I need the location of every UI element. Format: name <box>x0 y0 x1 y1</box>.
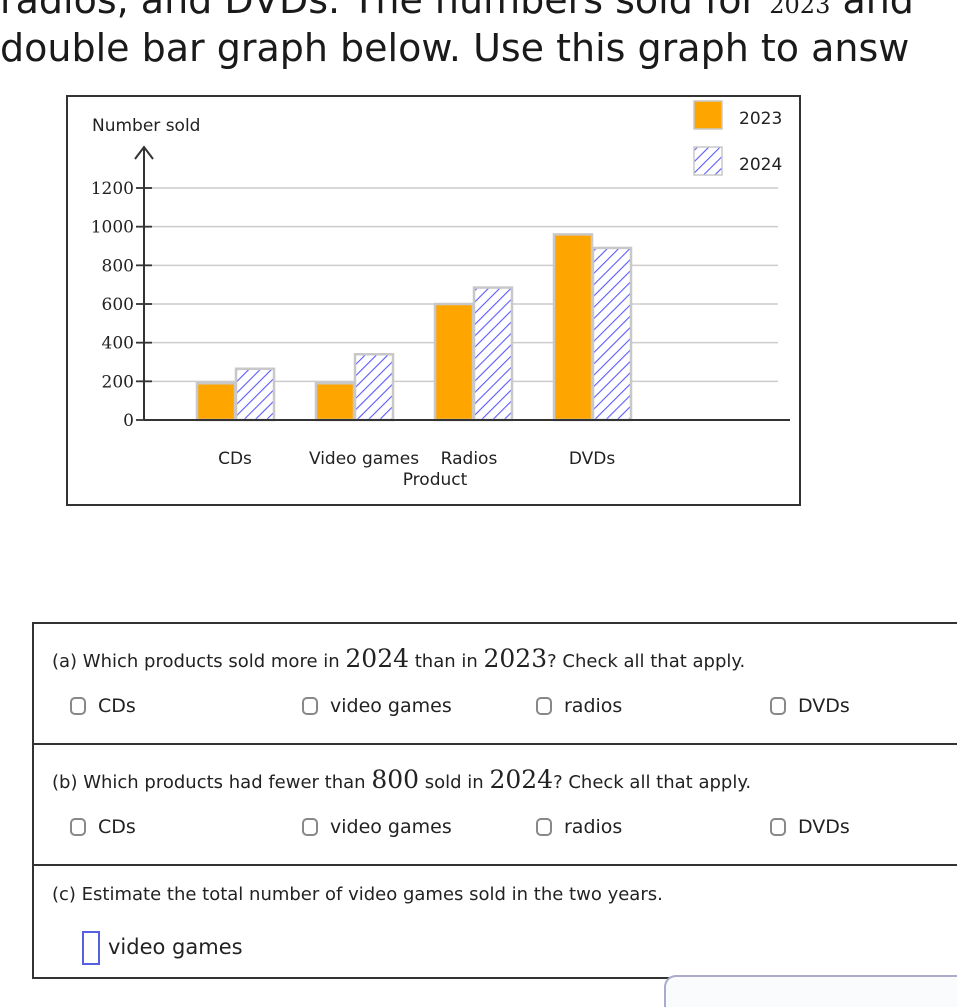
x-axis-label: Product <box>403 470 468 490</box>
legend: 2023 2024 <box>693 100 782 176</box>
legend-swatch-2023 <box>693 100 723 130</box>
q-number: 2024 <box>345 644 410 673</box>
bottom-toolbar-edge <box>664 975 957 1007</box>
option-a-video-games[interactable]: video games <box>302 695 452 717</box>
question-c: (c) Estimate the total number of video g… <box>34 866 957 977</box>
answer-row: video games <box>34 905 957 977</box>
double-bar-chart: 2023 2024 0 200 400 600 800 1000 1200 CDs Video g… <box>66 95 801 506</box>
bars <box>195 233 633 422</box>
legend-label-2023: 2023 <box>739 109 782 129</box>
q-number: 2024 <box>489 765 554 794</box>
q-text-part: (b) Which products had fewer than <box>52 772 372 793</box>
option-label: video games <box>330 816 452 838</box>
answer-unit: video games <box>108 935 243 959</box>
x-category-label: CDs <box>218 449 252 469</box>
x-category-label: DVDs <box>569 449 616 469</box>
checkbox[interactable] <box>70 818 86 836</box>
q-text-part: ? Check all that apply. <box>547 651 746 672</box>
y-tick-label: 800 <box>102 256 134 276</box>
question-b-options: CDs video games radios DVDs <box>34 794 957 864</box>
q-number: 2023 <box>483 644 548 673</box>
option-a-cds[interactable]: CDs <box>70 695 136 717</box>
y-tick-label: 0 <box>123 411 134 431</box>
option-b-radios[interactable]: radios <box>536 816 622 838</box>
option-b-video-games[interactable]: video games <box>302 816 452 838</box>
question-c-text: (c) Estimate the total number of video g… <box>52 884 663 905</box>
question-b: (b) Which products had fewer than 800 so… <box>34 745 957 866</box>
legend-swatch-2024 <box>693 146 723 176</box>
option-label: radios <box>564 695 623 717</box>
checkbox[interactable] <box>70 697 86 715</box>
q-text-part: sold in <box>419 772 490 793</box>
question-b-text: (b) Which products had fewer than 800 so… <box>34 745 957 794</box>
bar-2024-dvds <box>591 246 633 422</box>
legend-label-2024: 2024 <box>739 155 782 175</box>
option-label: DVDs <box>798 695 850 717</box>
bar-2023-cds <box>195 382 237 422</box>
bar-2024-cds <box>234 367 276 422</box>
q-text-part: than in <box>409 651 484 672</box>
option-label: CDs <box>98 816 136 838</box>
y-tick-label: 1200 <box>91 179 134 199</box>
option-label: video games <box>330 695 452 717</box>
checkbox[interactable] <box>302 818 318 836</box>
option-label: DVDs <box>798 816 850 838</box>
option-b-dvds[interactable]: DVDs <box>770 816 850 838</box>
option-a-dvds[interactable]: DVDs <box>770 695 850 717</box>
checkbox[interactable] <box>770 818 786 836</box>
y-tick-label: 1000 <box>91 218 134 238</box>
bar-2023-dvds <box>552 233 594 422</box>
question-a-text: (a) Which products sold more in 2024 tha… <box>34 624 957 673</box>
checkbox[interactable] <box>302 697 318 715</box>
y-tick-label: 200 <box>102 372 134 392</box>
intro-text-end: and <box>842 0 914 22</box>
option-label: CDs <box>98 695 136 717</box>
intro-line-2: double bar graph below. Use this graph t… <box>0 26 910 70</box>
x-category-label: Video games <box>309 449 419 469</box>
question-a: (a) Which products sold more in 2024 tha… <box>34 624 957 745</box>
bar-2023-radios <box>433 302 475 422</box>
checkbox[interactable] <box>536 697 552 715</box>
bar-2024-video-games <box>353 353 395 422</box>
bar-2023-video-games <box>314 382 356 422</box>
x-category-label: Radios <box>441 449 498 469</box>
checkbox[interactable] <box>536 818 552 836</box>
intro-line-1: radios, and DVDs. The numbers sold for 2… <box>0 0 914 22</box>
y-axis-label: Number sold <box>92 116 200 136</box>
chart-svg: 2023 2024 0 200 400 600 800 1000 1200 CDs Video g… <box>91 100 790 490</box>
intro-year: 2023 <box>769 0 831 19</box>
option-a-radios[interactable]: radios <box>536 695 622 717</box>
option-label: radios <box>564 816 623 838</box>
q-text-part: (a) Which products sold more in <box>52 651 346 672</box>
labels: 0 200 400 600 800 1000 1200 CDs Video games Radio… <box>91 116 616 490</box>
answer-input[interactable] <box>82 931 100 965</box>
q-number: 800 <box>371 765 420 794</box>
q-text-part: ? Check all that apply. <box>553 772 752 793</box>
checkbox[interactable] <box>770 697 786 715</box>
intro-text: radios, and DVDs. The numbers sold for <box>0 0 758 22</box>
y-tick-label: 400 <box>102 334 134 354</box>
y-tick-label: 600 <box>102 295 134 315</box>
questions-panel: (a) Which products sold more in 2024 tha… <box>32 622 957 979</box>
question-a-options: CDs video games radios DVDs <box>34 673 957 743</box>
bar-2024-radios <box>472 286 514 422</box>
option-b-cds[interactable]: CDs <box>70 816 136 838</box>
